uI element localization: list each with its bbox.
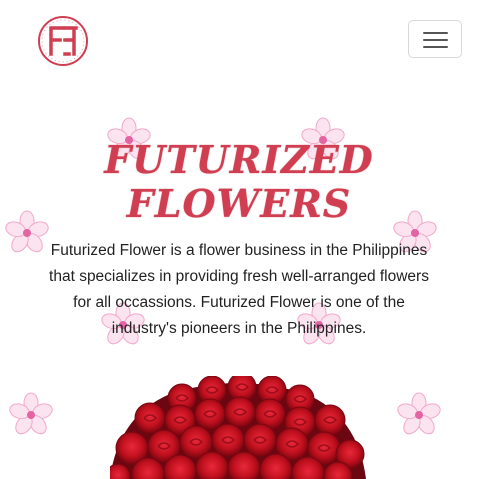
hero-title-line-1: FUTURIZED: [104, 137, 374, 182]
hero-title-line-2: FLOWERS: [126, 181, 352, 226]
red-roses-image: [110, 376, 366, 479]
navbar: [0, 0, 478, 80]
hamburger-menu-icon: [423, 32, 448, 34]
hero-section: FUTURIZED FLOWERS Futurized Flower is a …: [0, 80, 478, 479]
cherry-blossom-icon: [397, 392, 441, 435]
hero-title: FUTURIZED FLOWERS: [0, 138, 478, 226]
brand-logo[interactable]: [36, 14, 90, 68]
hero-description: Futurized Flower is a flower business in…: [49, 242, 429, 337]
ff-logo-icon: [38, 16, 88, 66]
menu-toggle-button[interactable]: [408, 20, 462, 58]
cherry-blossom-icon: [9, 392, 53, 435]
